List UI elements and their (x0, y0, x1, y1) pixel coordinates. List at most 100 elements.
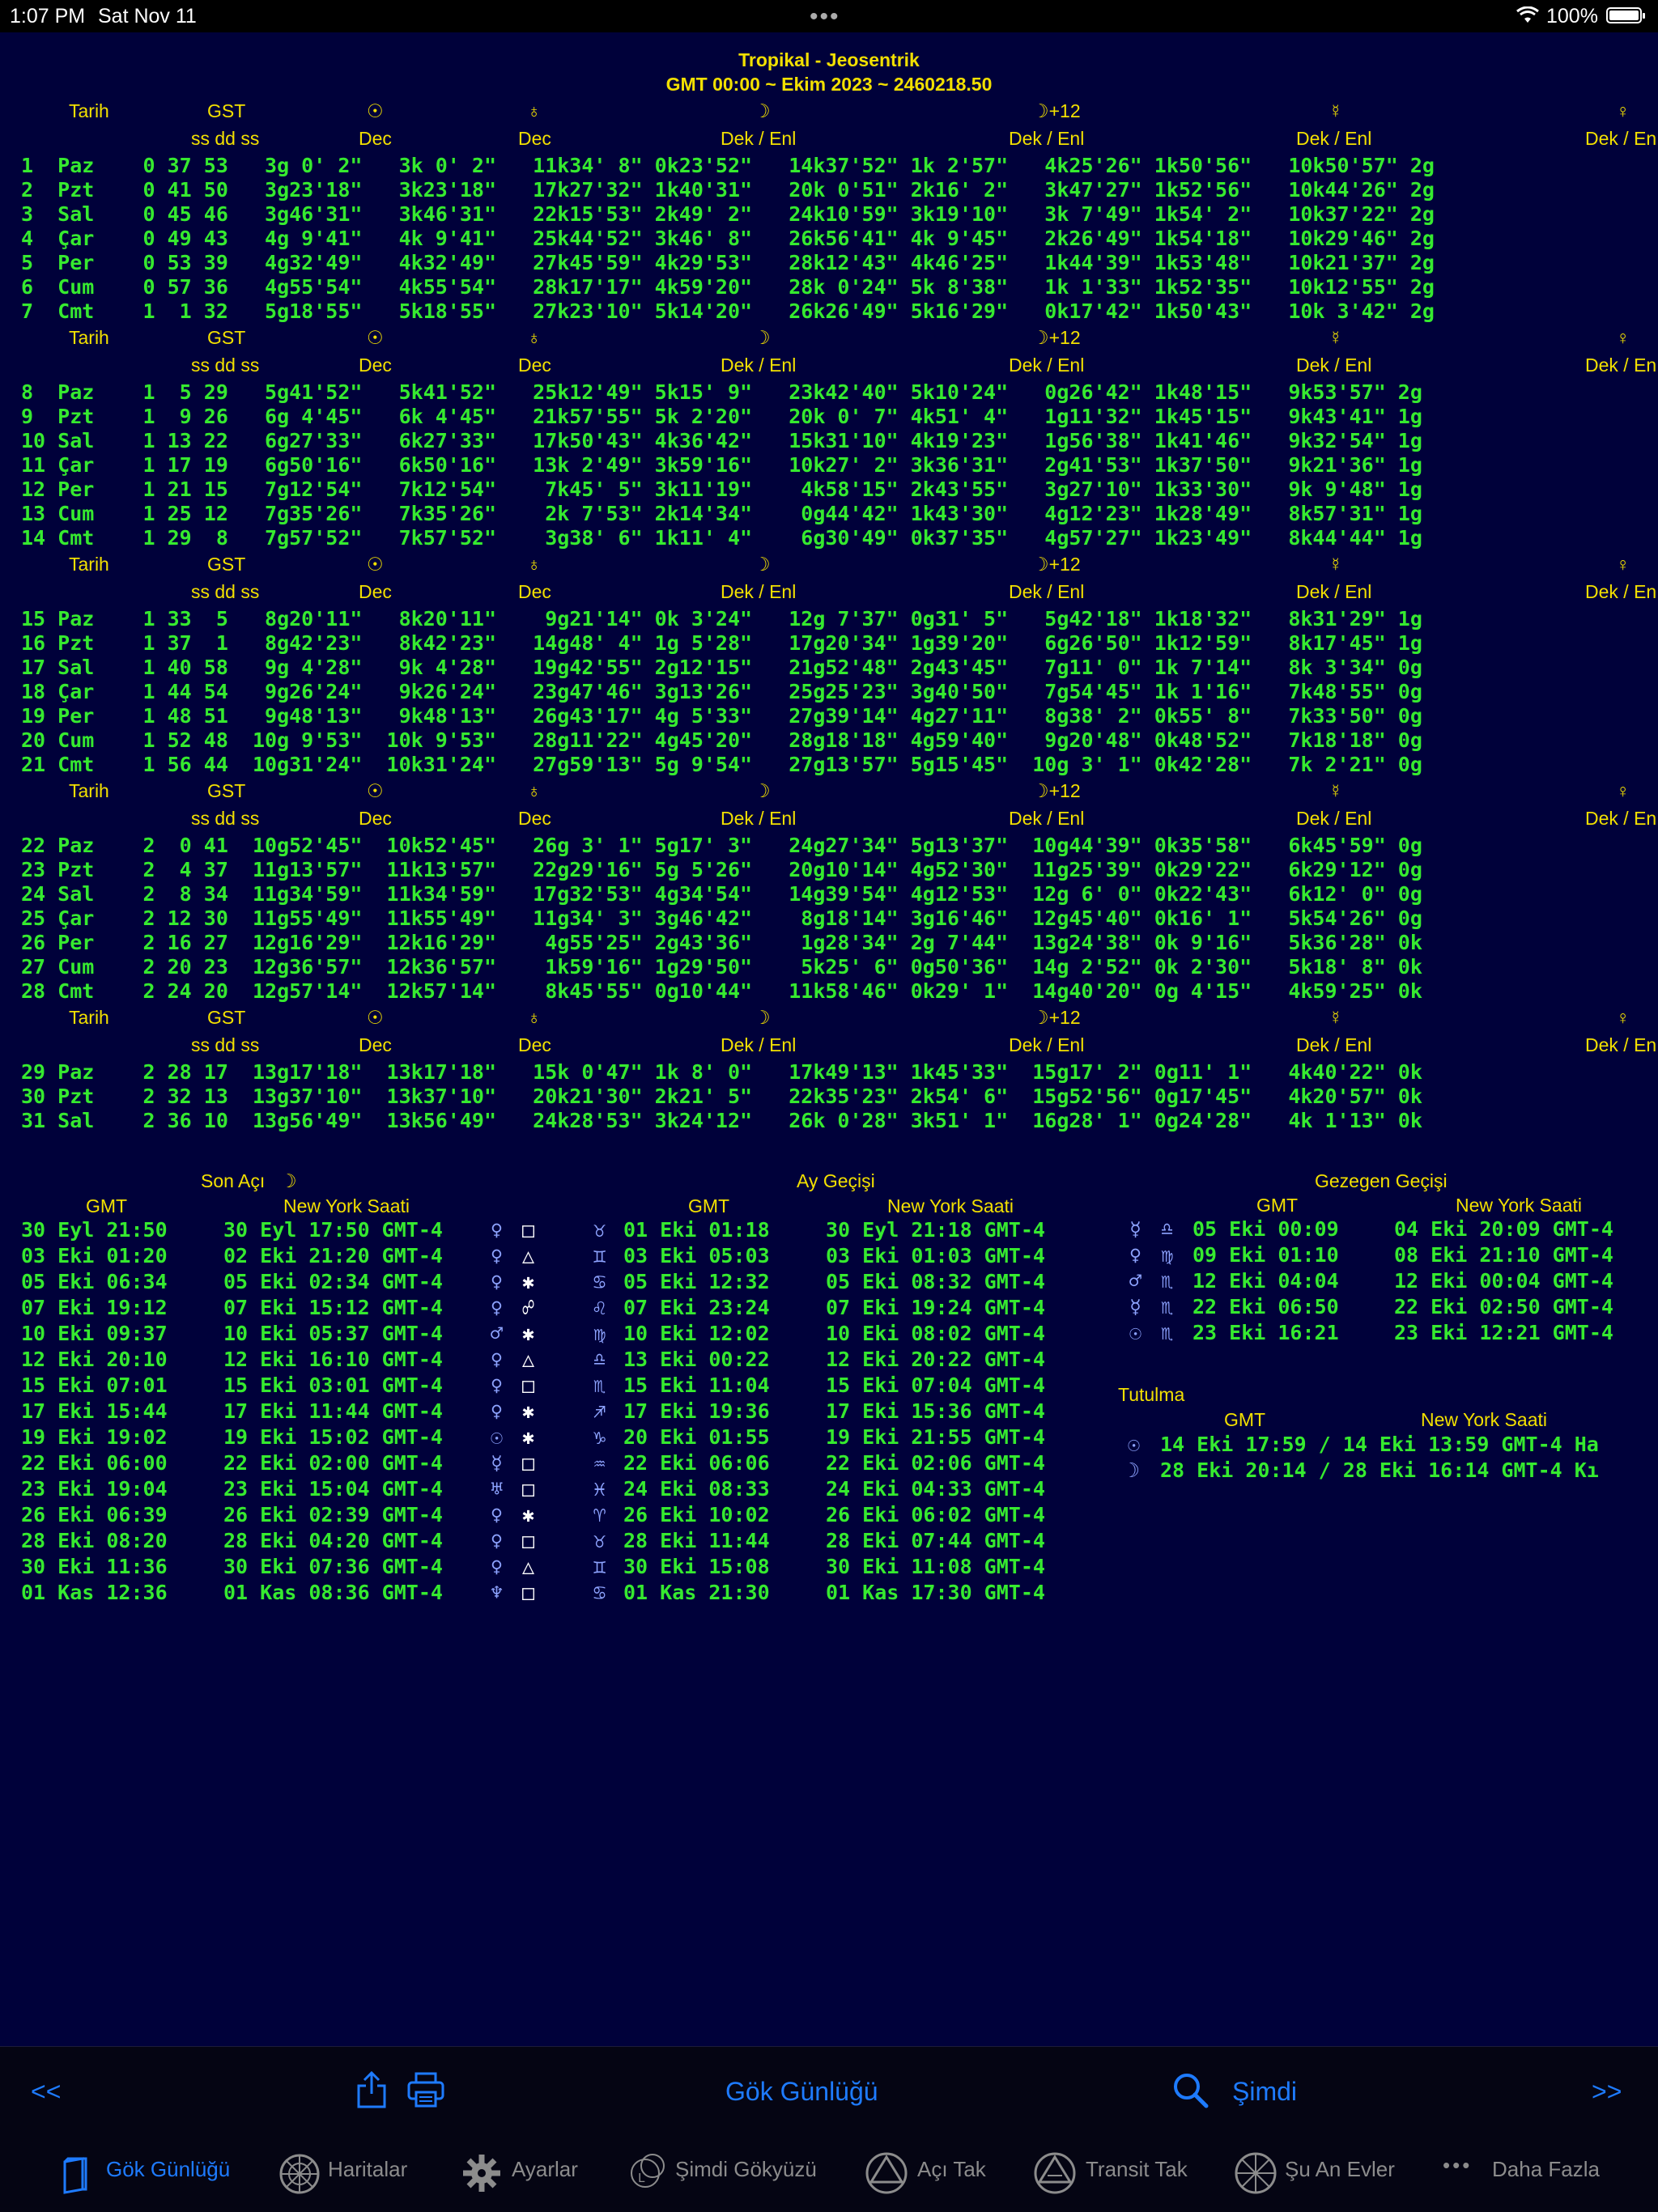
col-subheader-earth: Dec (518, 355, 551, 376)
ay-gecisi-ny: 05 Eki 08:32 GMT-4 (826, 1270, 1045, 1293)
next-button[interactable]: >> (1592, 2077, 1622, 2107)
multitask-dots-icon[interactable]: ••• (810, 3, 840, 31)
son-aci-ny: 12 Eki 16:10 GMT-4 (223, 1348, 443, 1371)
planet-icon: ☿ (1129, 1217, 1142, 1241)
zodiac-sign-icon: ♑ (593, 1425, 606, 1449)
gezegen-ny: 23 Eki 12:21 GMT-4 (1394, 1321, 1613, 1344)
col-subheader-moon: Dek / Enl (721, 808, 797, 829)
tab-simdi-gokyuzu[interactable]: Şimdi Gökyüzü (675, 2157, 817, 2182)
houses-wheel-icon[interactable] (1234, 2151, 1278, 2195)
col-subheader-sun: Dec (359, 355, 392, 376)
tab-aci-tak[interactable]: Açı Tak (917, 2157, 986, 2182)
col-subheader-earth: Dec (518, 1034, 551, 1055)
tab-transit-tak[interactable]: Transit Tak (1086, 2157, 1188, 2182)
battery-percent: 100% (1546, 5, 1598, 28)
col-header-venus: ♀ (1616, 100, 1630, 121)
col-subheader-gst: ss dd ss (191, 128, 260, 149)
planet-icon: ♀ (491, 1399, 504, 1423)
tutulma-ny-label: New York Saati (1421, 1409, 1547, 1430)
ay-gecisi-ny: 17 Eki 15:36 GMT-4 (826, 1399, 1045, 1423)
gear-icon[interactable] (461, 2153, 502, 2193)
aspect-icon: □ (522, 1451, 535, 1475)
more-dots-icon[interactable]: ••• (1443, 2153, 1472, 2178)
son-aci-ny: 22 Eki 02:00 GMT-4 (223, 1451, 443, 1475)
aspect-icon: ✱ (522, 1503, 535, 1526)
ephemeris-row: 27 Cum 2 20 23 12g36'57" 12k36'57" 1k59'… (21, 955, 1422, 979)
tab-su-an-evler[interactable]: Şu An Evler (1285, 2157, 1395, 2182)
zodiac-sign-icon: ♎ (1161, 1217, 1174, 1241)
col-subheader-venus: Dek / En (1585, 1034, 1657, 1055)
ephemeris-row: 14 Cmt 1 29 8 7g57'52" 7k57'52" 3g38' 6"… (21, 526, 1422, 550)
col-header-gst: GST (207, 554, 246, 575)
ay-gecisi-ny: 30 Eki 11:08 GMT-4 (826, 1555, 1045, 1578)
tab-gok-gunlugu[interactable]: Gök Günlüğü (106, 2157, 230, 2182)
col-header-moon12: ☽+12 (1032, 780, 1081, 801)
gezegen-gmt: 05 Eki 00:09 (1192, 1217, 1339, 1241)
col-subheader-venus: Dek / En (1585, 581, 1657, 602)
tab-ayarlar[interactable]: Ayarlar (512, 2157, 578, 2182)
gezegen-gmt: 12 Eki 04:04 (1192, 1269, 1339, 1293)
col-subheader-moon12: Dek / Enl (1009, 808, 1085, 829)
zodiac-sign-icon: ♉ (593, 1218, 606, 1242)
book-icon[interactable] (60, 2155, 91, 2194)
son-aci-ny: 30 Eki 07:36 GMT-4 (223, 1555, 443, 1578)
col-header-moon: ☽ (754, 327, 771, 348)
transit-triangle-icon[interactable] (1033, 2151, 1077, 2195)
tab-daha-fazla[interactable]: Daha Fazla (1492, 2157, 1600, 2182)
ay-gecisi-gmt-label: GMT (688, 1195, 730, 1216)
chart-wheel-icon[interactable] (278, 2153, 321, 2195)
tutulma-gmt-label: GMT (1224, 1409, 1266, 1430)
aspect-icon: △ (522, 1348, 535, 1371)
aspect-triangle-icon[interactable] (865, 2151, 908, 2195)
bottom-toolbar: << Gök Günlüğü Şimdi >> (0, 2046, 1658, 2212)
aspect-icon: □ (522, 1529, 535, 1552)
col-subheader-gst: ss dd ss (191, 581, 260, 602)
ay-gecisi-gmt: 26 Eki 10:02 (623, 1503, 770, 1526)
sky-now-icon[interactable]: L (623, 2151, 667, 2195)
son-aci-ny-label: New York Saati (283, 1195, 410, 1216)
prev-button[interactable]: << (31, 2077, 61, 2107)
tab-haritalar[interactable]: Haritalar (328, 2157, 407, 2182)
aspect-icon: □ (522, 1581, 535, 1604)
gezegen-ny-label: New York Saati (1456, 1195, 1582, 1216)
status-date: Sat Nov 11 (98, 5, 197, 28)
ay-gecisi-gmt: 07 Eki 23:24 (623, 1296, 770, 1319)
share-icon[interactable] (355, 2070, 389, 2110)
ay-gecisi-gmt: 05 Eki 12:32 (623, 1270, 770, 1293)
col-header-moon: ☽ (754, 100, 771, 121)
planet-icon: ♀ (491, 1218, 504, 1242)
search-icon[interactable] (1172, 2072, 1209, 2109)
print-icon[interactable] (406, 2071, 445, 2108)
ay-gecisi-gmt: 13 Eki 00:22 (623, 1348, 770, 1371)
ay-gecisi-gmt: 20 Eki 01:55 (623, 1425, 770, 1449)
son-aci-ny: 01 Kas 08:36 GMT-4 (223, 1581, 443, 1604)
status-time: 1:07 PM (10, 5, 86, 28)
aspect-icon: ✱ (522, 1399, 535, 1423)
col-header-mercury: ☿ (1329, 1007, 1343, 1028)
ephemeris-row: 4 Çar 0 49 43 4g 9'41" 4k 9'41" 25k44'52… (21, 227, 1435, 250)
col-subheader-earth: Dec (518, 581, 551, 602)
battery-icon (1606, 7, 1645, 23)
col-header-moon12: ☽+12 (1032, 100, 1081, 121)
now-button[interactable]: Şimdi (1232, 2077, 1297, 2107)
zodiac-sign-icon: ♏ (1161, 1269, 1174, 1293)
son-aci-ny: 05 Eki 02:34 GMT-4 (223, 1270, 443, 1293)
col-header-earth: ♁ (527, 554, 542, 575)
wifi-icon (1516, 6, 1539, 23)
col-subheader-sun: Dec (359, 808, 392, 829)
gezegen-gmt: 22 Eki 06:50 (1192, 1295, 1339, 1318)
col-subheader-gst: ss dd ss (191, 808, 260, 829)
col-subheader-moon: Dek / Enl (721, 355, 797, 376)
col-subheader-venus: Dek / En (1585, 128, 1657, 149)
col-subheader-moon12: Dek / Enl (1009, 1034, 1085, 1055)
son-aci-ny: 02 Eki 21:20 GMT-4 (223, 1244, 443, 1267)
moon-icon: ☽ (280, 1170, 297, 1191)
col-subheader-mercury: Dek / Enl (1296, 355, 1372, 376)
ay-gecisi-gmt: 17 Eki 19:36 (623, 1399, 770, 1423)
ay-gecisi-ny: 15 Eki 07:04 GMT-4 (826, 1373, 1045, 1397)
col-header-tarih: Tarih (69, 327, 109, 348)
zodiac-sign-icon: ♋ (593, 1581, 606, 1604)
ephemeris-row: 20 Cum 1 52 48 10g 9'53" 10k 9'53" 28g11… (21, 728, 1422, 752)
planet-icon: ♅ (491, 1477, 504, 1501)
col-subheader-gst: ss dd ss (191, 355, 260, 376)
